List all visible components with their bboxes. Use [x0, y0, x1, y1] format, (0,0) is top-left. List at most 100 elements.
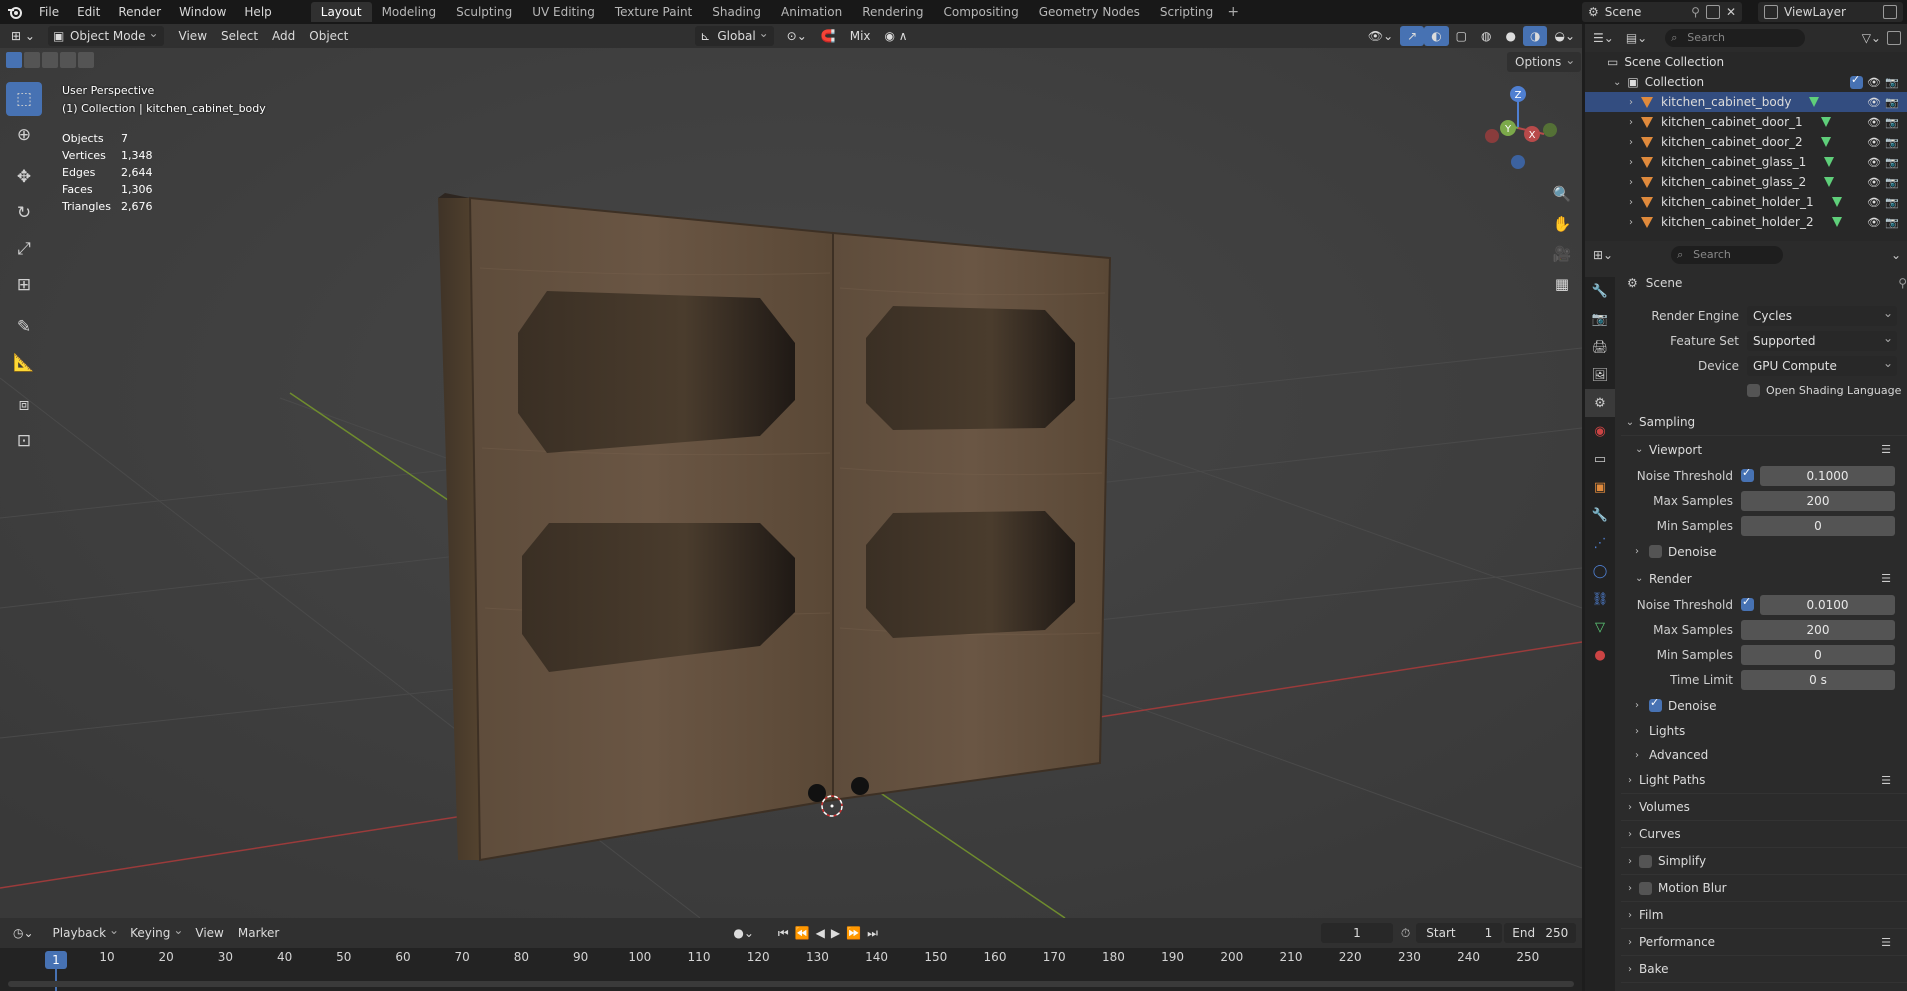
presets-list-icon[interactable]: ☰ [1881, 572, 1891, 585]
next-keyframe-icon[interactable]: ⏩ [843, 923, 864, 943]
physics-tab-icon[interactable]: ◯ [1585, 557, 1615, 585]
camera-icon[interactable]: 📷 [1885, 116, 1899, 129]
tab-scripting[interactable]: Scripting [1150, 2, 1223, 22]
menu-object[interactable]: Object [302, 26, 355, 46]
camera-icon[interactable]: 📷 [1885, 96, 1899, 109]
panel-header-film[interactable]: › Film [1621, 902, 1907, 929]
camera-icon[interactable]: 📷 [1885, 76, 1899, 89]
sampling-panel-header[interactable]: ⌄ Sampling [1621, 409, 1907, 436]
mesh-data-icon[interactable] [1831, 217, 1842, 227]
pin-icon[interactable]: ⚲ [1691, 5, 1700, 19]
expand-arrow-icon[interactable]: › [1629, 137, 1633, 148]
new-view-layer-icon[interactable] [1883, 5, 1897, 19]
vp-noise-checkbox[interactable] [1741, 466, 1754, 482]
solid-shading-icon[interactable]: ● [1499, 26, 1523, 46]
proportional-edit-icon[interactable]: ◉ ∧ [878, 26, 915, 46]
tab-shading[interactable]: Shading [702, 2, 771, 22]
outliner-search-input[interactable]: ⌕ Search [1665, 29, 1806, 47]
stopwatch-icon[interactable]: ⏱ [1401, 926, 1410, 941]
presets-list-icon[interactable]: ☰ [1881, 443, 1891, 456]
timeline-view-menu[interactable]: View [188, 923, 230, 943]
material-tab-icon[interactable]: ● [1585, 641, 1615, 669]
rendered-shading-icon[interactable]: ◒⌄ [1547, 26, 1582, 46]
ortho-grid-icon[interactable]: ▦ [1548, 270, 1576, 298]
current-frame-field[interactable]: 1 [1320, 923, 1393, 943]
expand-arrow-icon[interactable]: › [1629, 97, 1633, 108]
menu-window[interactable]: Window [170, 0, 235, 24]
timeline-ruler[interactable]: 1 10 20 30 40 50 60 70 80 90 100 110 120 130 140 150 16… [0, 948, 1582, 991]
panel-header-curves[interactable]: › Curves [1621, 821, 1907, 848]
properties-editor-icon[interactable]: ⊞⌄ [1593, 248, 1613, 262]
r-noise-field[interactable]: 0.0100 [1760, 594, 1895, 615]
vp-noise-field[interactable]: 0.1000 [1760, 465, 1895, 486]
measure-tool-icon[interactable]: 📐 [6, 346, 42, 380]
modifier-tab-icon[interactable]: 🔧 [1585, 501, 1615, 529]
outliner-object-row[interactable]: › kitchen_cabinet_door_1 👁 📷 [1585, 112, 1907, 132]
particles-tab-icon[interactable]: ⋰ [1585, 529, 1615, 557]
zoom-icon[interactable]: 🔍 [1548, 180, 1576, 208]
eye-icon[interactable]: 👁 [1867, 136, 1881, 149]
delete-scene-icon[interactable]: ✕ [1726, 5, 1742, 19]
transform-tool-icon[interactable]: ⊞ [6, 268, 42, 302]
annotate-tool-icon[interactable]: ✎ [6, 310, 42, 344]
presets-list-icon[interactable]: ☰ [1881, 774, 1891, 787]
timeline-scrollbar[interactable] [8, 981, 1574, 987]
scale-tool-icon[interactable]: ⤢ [6, 232, 42, 266]
expand-arrow-icon[interactable]: › [1629, 197, 1633, 208]
expand-arrow-icon[interactable]: › [1629, 217, 1633, 228]
outliner-object-row[interactable]: › kitchen_cabinet_glass_1 👁 📷 [1585, 152, 1907, 172]
outliner-object-row[interactable]: › kitchen_cabinet_door_2 👁 📷 [1585, 132, 1907, 152]
add-object-tool-icon[interactable]: ⊡ [6, 424, 42, 458]
display-mode-icon[interactable]: ▤⌄ [1626, 31, 1647, 45]
panel-enable-checkbox[interactable] [1639, 881, 1652, 895]
menu-edit[interactable]: Edit [68, 0, 109, 24]
jump-start-icon[interactable]: ⏮ [775, 923, 792, 943]
r-min-field[interactable]: 0 [1741, 644, 1895, 665]
menu-view[interactable]: View [172, 26, 214, 46]
object-tab-icon[interactable]: ▣ [1585, 473, 1615, 501]
gizmo-neg-y-axis[interactable] [1543, 123, 1557, 137]
wireframe-shading-icon[interactable]: ◍ [1474, 26, 1498, 46]
camera-icon[interactable]: 📷 [1885, 176, 1899, 189]
select-box-tool-icon[interactable]: ⬚ [6, 82, 42, 116]
panel-header-performance[interactable]: › Performance ☰ [1621, 929, 1907, 956]
add-workspace-icon[interactable]: + [1223, 4, 1243, 20]
menu-add[interactable]: Add [265, 26, 302, 46]
pin-icon[interactable]: ⚲ [1898, 276, 1907, 290]
eye-icon[interactable]: 👁 [1867, 76, 1881, 89]
autokey-icon[interactable]: ●⌄ [726, 923, 761, 943]
panel-header-simplify[interactable]: › Simplify [1621, 848, 1907, 875]
select-new-icon[interactable] [6, 52, 22, 68]
mesh-data-icon[interactable] [1820, 117, 1831, 127]
constraints-tab-icon[interactable]: ⛓ [1585, 585, 1615, 613]
data-tab-icon[interactable]: ▽ [1585, 613, 1615, 641]
scene-collection-row[interactable]: ▭ Scene Collection [1585, 52, 1907, 72]
options-dropdown[interactable]: Options ⌄ [1507, 52, 1582, 72]
eye-icon[interactable]: 👁 [1867, 176, 1881, 189]
outliner-object-row[interactable]: › kitchen_cabinet_body 👁 📷 [1585, 92, 1907, 112]
panel-header-light-paths[interactable]: › Light Paths ☰ [1621, 767, 1907, 794]
outliner-object-row[interactable]: › kitchen_cabinet_holder_2 👁 📷 [1585, 212, 1907, 232]
editor-type-icon[interactable]: ⊞ ⌄ [4, 26, 42, 46]
render-subpanel-header[interactable]: ⌄ Render ☰ [1621, 565, 1907, 592]
menu-file[interactable]: File [30, 0, 68, 24]
vp-max-field[interactable]: 200 [1741, 490, 1895, 511]
output-tab-icon[interactable]: 🖨 [1585, 333, 1615, 361]
start-frame-field[interactable]: Start 1 [1416, 923, 1503, 943]
play-reverse-icon[interactable]: ◀ [813, 923, 828, 943]
3d-viewport[interactable]: User Perspective (1) Collection | kitche… [0, 48, 1582, 918]
xray-icon[interactable]: ▢ [1449, 26, 1474, 46]
collapse-arrow-icon[interactable]: ⌄ [1613, 77, 1621, 88]
view-layer-tab-icon[interactable]: 🖼 [1585, 361, 1615, 389]
viewport-subpanel-header[interactable]: ⌄ Viewport ☰ [1621, 436, 1907, 463]
tab-animation[interactable]: Animation [771, 2, 852, 22]
filter-icon[interactable]: ▽⌄ [1862, 31, 1881, 45]
timeline-editor-icon[interactable]: ◷⌄ [6, 923, 41, 943]
tab-layout[interactable]: Layout [310, 2, 372, 22]
eye-icon[interactable]: 👁 [1867, 116, 1881, 129]
panel-enable-checkbox[interactable] [1639, 854, 1652, 868]
collection-tab-icon[interactable]: ▭ [1585, 445, 1615, 473]
r-noise-checkbox[interactable] [1741, 595, 1754, 611]
rotate-tool-icon[interactable]: ↻ [6, 196, 42, 230]
camera-view-icon[interactable]: 🎥 [1548, 240, 1576, 268]
